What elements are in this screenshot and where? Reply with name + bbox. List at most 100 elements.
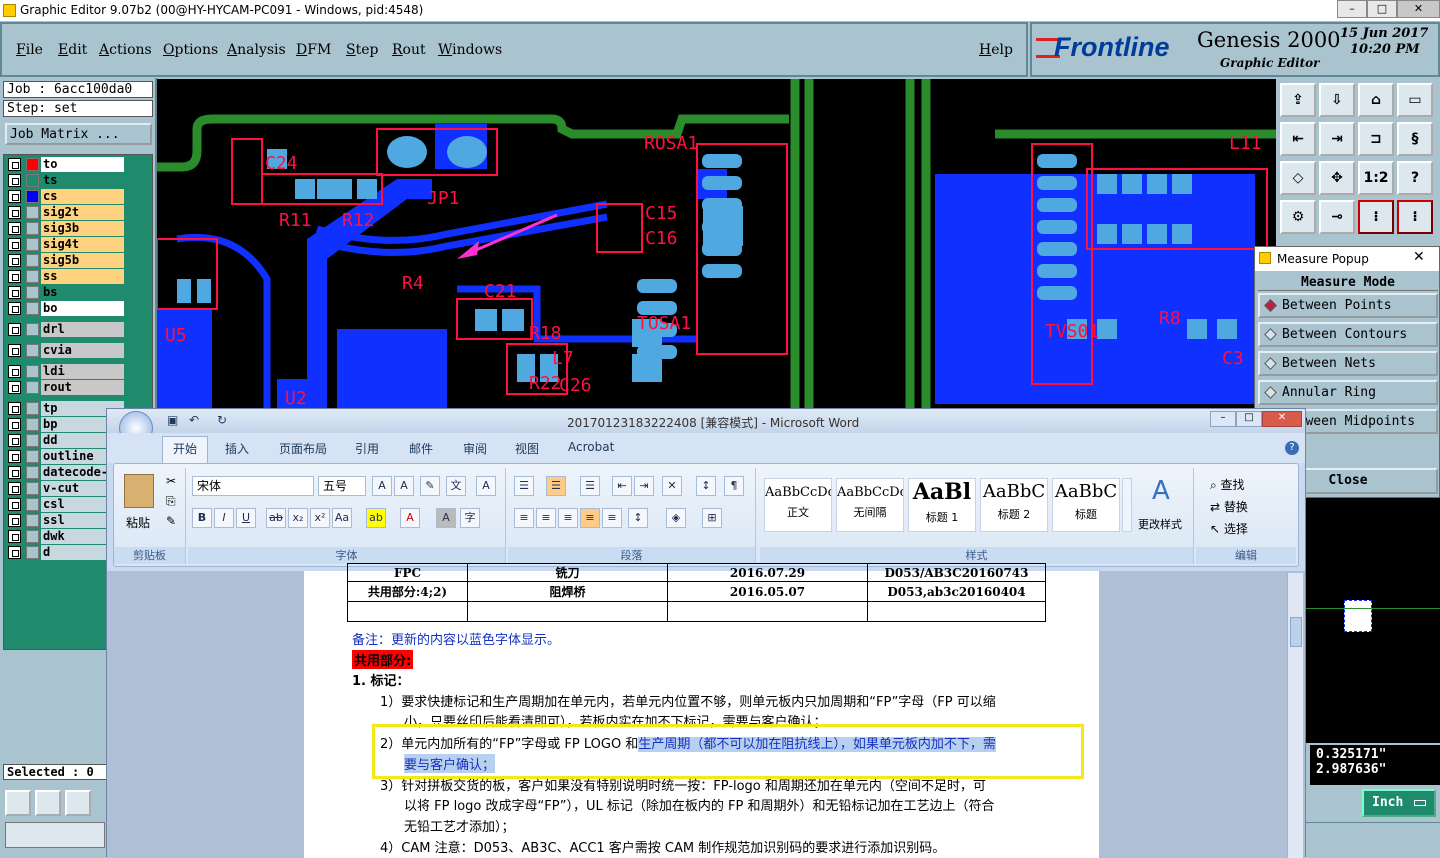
vertical-scrollbar[interactable] [1287, 573, 1303, 858]
mini-map[interactable] [1306, 498, 1440, 743]
layer-row-drl[interactable]: drl [8, 322, 124, 337]
units-selector[interactable]: Inch [1362, 789, 1436, 817]
tab-layout[interactable]: 页面布局 [279, 440, 327, 457]
format-painter-icon[interactable]: ✎ [166, 514, 176, 528]
layer-color-swatch[interactable] [26, 450, 39, 463]
measure-option-annular-ring[interactable]: Annular Ring [1258, 380, 1438, 405]
zoom-in-icon[interactable]: ⇤ [1280, 122, 1316, 156]
menu-options[interactable]: Options [163, 42, 218, 58]
layer-name[interactable]: ldi [41, 364, 124, 379]
menu-actions[interactable]: Actions [99, 42, 152, 58]
align-center-icon[interactable]: ≡ [536, 508, 556, 528]
tools-icon[interactable]: ⚙ [1280, 200, 1316, 234]
layer-checkbox[interactable] [8, 270, 21, 283]
layer-name[interactable]: cs [41, 189, 124, 204]
font-name-select[interactable]: 宋体 [192, 476, 314, 496]
italic-icon[interactable]: I [214, 508, 234, 528]
layer-color-swatch[interactable] [26, 381, 39, 394]
cut-icon[interactable]: ✂ [166, 474, 176, 488]
layer-name[interactable]: cvia [41, 343, 124, 358]
asian-layout-icon[interactable]: ✕ [662, 476, 682, 496]
layer-checkbox[interactable] [8, 365, 21, 378]
window-icon[interactable]: ▭ [1397, 83, 1433, 117]
probe-icon[interactable]: ⊸ [1319, 200, 1355, 234]
job-matrix-button[interactable]: Job Matrix ... [5, 123, 152, 145]
layer-row-to[interactable]: to [8, 157, 124, 172]
angle-icon[interactable] [35, 790, 61, 816]
layer-row-sig3b[interactable]: sig3b [8, 221, 124, 236]
menu-dfm[interactable]: DFM [296, 42, 331, 58]
save-icon[interactable]: ▣ [167, 413, 178, 427]
layer-row-ts[interactable]: ts [8, 173, 124, 188]
increase-indent-icon[interactable]: ⇥ [634, 476, 654, 496]
grow-font-icon[interactable]: A [372, 476, 392, 496]
zoom-out-icon[interactable]: ⇥ [1319, 122, 1355, 156]
tab-review[interactable]: 审阅 [463, 440, 487, 457]
shrink-font-icon[interactable]: A [394, 476, 414, 496]
shading-icon[interactable]: ◈ [666, 508, 686, 528]
layer-name[interactable]: ts [41, 173, 124, 188]
style-heading1[interactable]: AaBl 标题 1 [908, 478, 976, 532]
layer-checkbox[interactable] [8, 434, 21, 447]
layer-checkbox[interactable] [8, 190, 21, 203]
tab-insert[interactable]: 插入 [225, 440, 249, 457]
layer-checkbox[interactable] [8, 158, 21, 171]
paste-icon[interactable] [124, 474, 154, 508]
redo-icon[interactable]: ↻ [217, 413, 227, 427]
select-button[interactable]: ↖ 选择 [1210, 520, 1248, 537]
menu-edit[interactable]: Edit [58, 42, 87, 58]
style-title[interactable]: AaBbC 标题 [1052, 478, 1120, 532]
bullets-icon[interactable]: ☰ [514, 476, 534, 496]
layer-name[interactable]: drl [41, 322, 124, 337]
close-window-button[interactable]: ✕ [1397, 0, 1440, 18]
find-button[interactable]: ⌕ 查找 [1210, 476, 1245, 493]
style-heading2[interactable]: AaBbC 标题 2 [980, 478, 1048, 532]
paste-label[interactable]: 粘贴 [126, 514, 150, 531]
layer-checkbox[interactable] [8, 206, 21, 219]
highlight-icon[interactable]: ab [366, 508, 386, 528]
menu-analysis[interactable]: Analysis [227, 42, 286, 58]
layer-color-swatch[interactable] [26, 498, 39, 511]
step-down-icon[interactable]: ⇩ [1319, 83, 1355, 117]
layer-row-sig2t[interactable]: sig2t [8, 205, 124, 220]
layer-checkbox[interactable] [8, 381, 21, 394]
layer-color-swatch[interactable] [26, 302, 39, 315]
styles-scroll[interactable] [1122, 478, 1132, 532]
minimize-button[interactable]: – [1337, 0, 1367, 18]
layer-row-sig5b[interactable]: sig5b [8, 253, 124, 268]
layer-checkbox[interactable] [8, 402, 21, 415]
layer-checkbox[interactable] [8, 254, 21, 267]
layer-color-swatch[interactable] [26, 158, 39, 171]
layer-color-swatch[interactable] [26, 174, 39, 187]
measure-icon[interactable]: ⁝ [1358, 200, 1394, 234]
phonetic-icon[interactable]: 文 [446, 476, 466, 496]
tab-home[interactable]: 开始 [173, 440, 197, 457]
layer-color-swatch[interactable] [26, 190, 39, 203]
layer-row-ss[interactable]: ss [8, 269, 124, 284]
decrease-indent-icon[interactable]: ⇤ [612, 476, 632, 496]
align-right-icon[interactable]: ≡ [558, 508, 578, 528]
menu-rout[interactable]: Rout [392, 42, 426, 58]
style-normal[interactable]: AaBbCcDc 正文 [764, 478, 832, 532]
layer-color-swatch[interactable] [26, 270, 39, 283]
layer-name[interactable]: rout [41, 380, 124, 395]
layer-row-bo[interactable]: bo [8, 301, 124, 316]
layer-color-swatch[interactable] [26, 323, 39, 336]
layer-color-swatch[interactable] [26, 514, 39, 527]
undo-icon[interactable]: ↶ [189, 413, 199, 427]
font-color-icon[interactable]: A [400, 508, 420, 528]
layer-checkbox[interactable] [8, 546, 21, 559]
menu-file[interactable]: File [16, 42, 43, 58]
layer-checkbox[interactable] [8, 238, 21, 251]
layer-name[interactable]: sig4t [41, 237, 124, 252]
tab-view[interactable]: 视图 [515, 440, 539, 457]
superscript-icon[interactable]: x² [310, 508, 330, 528]
tab-acrobat[interactable]: Acrobat [568, 440, 614, 454]
tab-references[interactable]: 引用 [355, 440, 379, 457]
help-icon[interactable]: ? [1397, 161, 1433, 195]
underline-icon[interactable]: U [236, 508, 256, 528]
layer-row-cvia[interactable]: cvia [8, 343, 124, 358]
measure-option-between-points[interactable]: Between Points [1258, 293, 1438, 318]
document-page[interactable]: FPC 铣刀 2016.07.29 D053/AB3C20160743 共用部分… [304, 563, 1099, 858]
word-maximize-button[interactable]: □ [1236, 411, 1262, 427]
